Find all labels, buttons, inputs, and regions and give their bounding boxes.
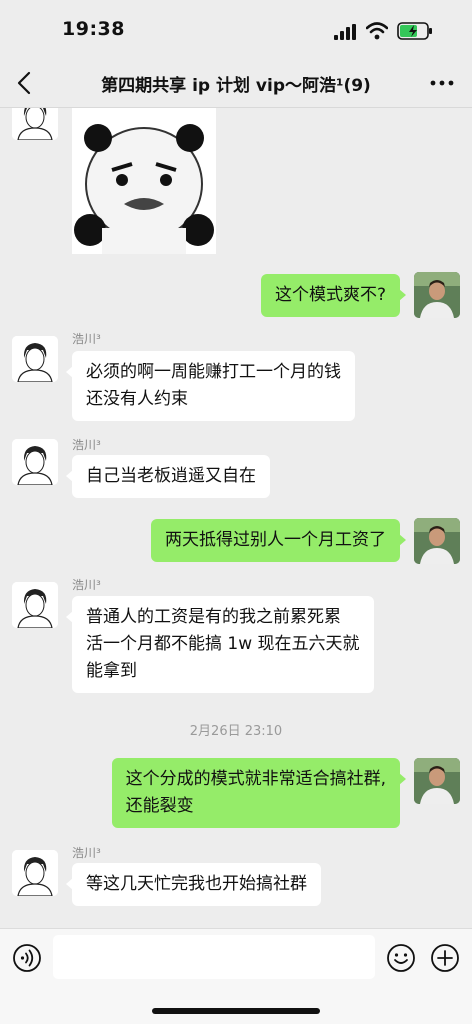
emoji-icon[interactable] [386, 943, 416, 973]
chevron-left-icon[interactable] [12, 70, 38, 96]
panda-meme-sticker[interactable] [72, 108, 216, 254]
person-avatar-icon [12, 336, 58, 382]
person-avatar-icon [12, 850, 58, 896]
person-avatar-icon [12, 108, 58, 140]
avatar[interactable] [12, 582, 58, 628]
message-text: 普通人的工资是有的我之前累死累 [86, 607, 341, 627]
sender-name: 浩川³ [72, 578, 101, 592]
person-avatar-icon [414, 758, 460, 804]
message-bubble-received[interactable]: 自己当老板逍遥又自在 [66, 455, 270, 498]
message-bubble-received[interactable]: 普通人的工资是有的我之前累死累 活一个月都不能搞 1w 现在五六天就 能拿到 [66, 596, 374, 693]
status-time: 19:38 [62, 18, 125, 40]
message-bubble-received[interactable]: 等这几天忙完我也开始搞社群 [66, 863, 321, 906]
message-text: 这个模式爽不? [274, 285, 386, 305]
person-avatar-icon [12, 582, 58, 628]
message-input[interactable] [53, 935, 375, 979]
message-text: 能拿到 [86, 661, 137, 681]
wifi-icon [366, 22, 388, 40]
message-bubble-sent[interactable]: 这个分成的模式就非常适合搞社群, 还能裂变 [111, 758, 407, 828]
nav-bar: 第四期共享 ip 计划 vip～阿浩¹(9) [0, 58, 472, 108]
message-text: 两天抵得过别人一个月工资了 [165, 530, 386, 550]
person-avatar-icon [414, 272, 460, 318]
chat-title: 第四期共享 ip 计划 vip～阿浩¹(9) [101, 76, 371, 96]
person-avatar-icon [414, 518, 460, 564]
sender-name: 浩川³ [72, 438, 101, 452]
sender-name: 浩川³ [72, 846, 101, 860]
signal-icon [334, 24, 356, 40]
chat-messages[interactable]: 这个模式爽不? 浩川³ 必须的啊一周能赚打工一个月的钱 还没有人约束 浩川³ 自… [0, 108, 472, 928]
message-text: 必须的啊一周能赚打工一个月的钱 [86, 362, 341, 382]
home-indicator [152, 1008, 320, 1014]
my-avatar[interactable] [414, 758, 460, 804]
message-text: 等这几天忙完我也开始搞社群 [86, 874, 307, 894]
status-bar: 19:38 [0, 0, 472, 58]
more-dots-icon[interactable] [428, 73, 456, 93]
my-avatar[interactable] [414, 272, 460, 318]
battery-charging-icon [397, 22, 432, 40]
message-text: 自己当老板逍遥又自在 [86, 466, 256, 486]
voice-icon[interactable] [12, 943, 42, 973]
message-bubble-sent[interactable]: 两天抵得过别人一个月工资了 [151, 519, 406, 562]
avatar[interactable] [12, 439, 58, 485]
avatar[interactable] [12, 108, 58, 140]
my-avatar[interactable] [414, 518, 460, 564]
avatar[interactable] [12, 850, 58, 896]
message-bubble-sent[interactable]: 这个模式爽不? [260, 274, 407, 317]
plus-icon[interactable] [430, 943, 460, 973]
timestamp: 2月26日 23:10 [189, 724, 283, 739]
message-bubble-received[interactable]: 必须的啊一周能赚打工一个月的钱 还没有人约束 [66, 351, 355, 421]
message-text: 这个分成的模式就非常适合搞社群, [125, 769, 386, 789]
message-text: 还没有人约束 [86, 389, 188, 409]
sender-name: 浩川³ [72, 332, 101, 346]
message-text: 活一个月都不能搞 1w 现在五六天就 [86, 634, 360, 654]
person-avatar-icon [12, 439, 58, 485]
avatar[interactable] [12, 336, 58, 382]
message-text: 还能裂变 [125, 796, 194, 816]
